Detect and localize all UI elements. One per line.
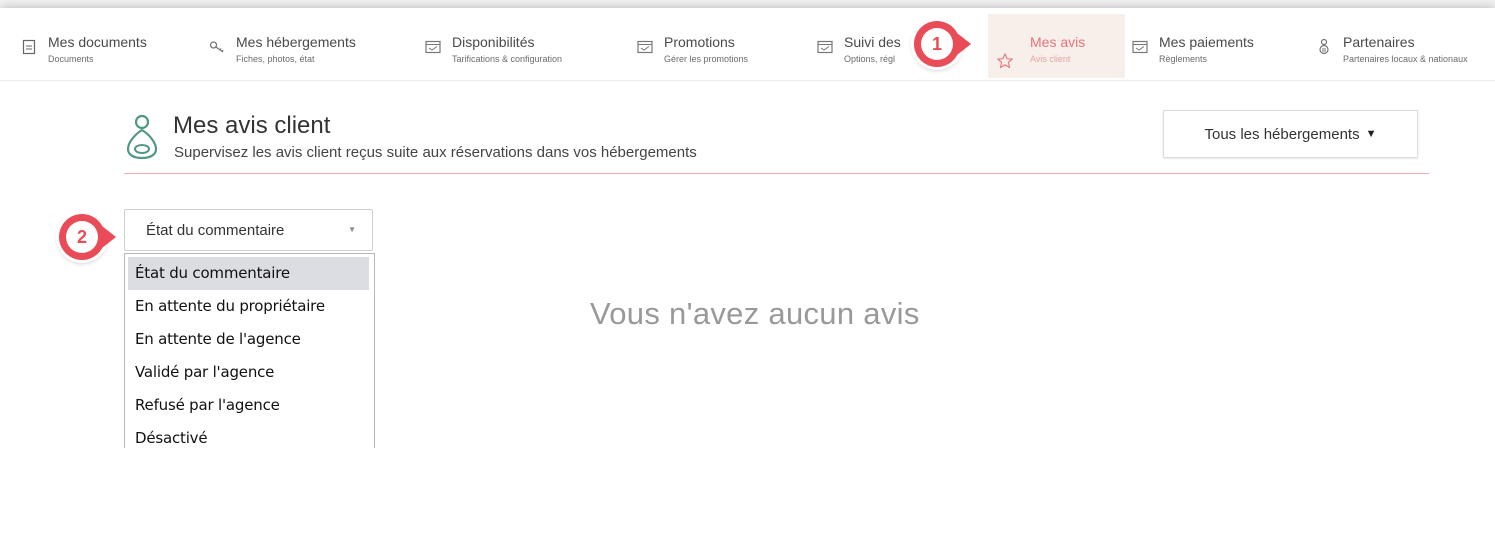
nav-label: Mes paiements xyxy=(1159,34,1254,50)
comment-status-select-value: État du commentaire xyxy=(146,221,285,239)
calendar-icon xyxy=(424,38,442,56)
select-option[interactable]: Désactivé xyxy=(128,422,369,448)
nav-item-partenaires[interactable]: Partenaires Partenaires locaux & nationa… xyxy=(1315,14,1495,78)
calendar-icon xyxy=(1131,38,1149,56)
nav-label: Mes hébergements xyxy=(236,34,356,50)
step-badge-2: 2 xyxy=(59,214,105,260)
top-navigation: Mes documents Documents Mes hébergements… xyxy=(0,14,1495,81)
nav-item-mes-avis[interactable]: Mes avis Avis client xyxy=(988,14,1125,78)
nav-sublabel: Documents xyxy=(48,54,94,64)
comment-status-select[interactable]: État du commentaire ▼ xyxy=(124,209,373,251)
page-subtitle: Supervisez les avis client reçus suite a… xyxy=(174,144,697,161)
star-icon xyxy=(996,52,1014,70)
nav-label: Partenaires xyxy=(1343,34,1415,50)
nav-label: Suivi des xyxy=(844,34,901,50)
nav-label: Mes documents xyxy=(48,34,147,50)
nav-item-disponibilites[interactable]: Disponibilités Tarifications & configura… xyxy=(424,14,614,78)
nav-item-suivi[interactable]: Suivi des Options, régl xyxy=(816,14,926,78)
comment-status-options: État du commentaire En attente du propri… xyxy=(124,253,375,448)
caret-down-icon: ▼ xyxy=(1365,128,1377,140)
header-divider xyxy=(124,173,1429,174)
nav-label: Mes avis xyxy=(1030,34,1086,50)
calendar-icon xyxy=(636,38,654,56)
nav-sublabel: Fiches, photos, état xyxy=(236,54,315,64)
document-icon xyxy=(20,38,38,56)
select-option[interactable]: En attente du propriétaire xyxy=(128,290,369,323)
nav-sublabel: Options, régl xyxy=(844,54,896,64)
nav-item-promotions[interactable]: Promotions Gérer les promotions xyxy=(636,14,796,78)
empty-state-message: Vous n'avez aucun avis xyxy=(590,296,920,331)
nav-label: Promotions xyxy=(664,34,735,50)
select-option[interactable]: Refusé par l'agence xyxy=(128,389,369,422)
key-icon xyxy=(208,38,226,56)
customer-icon xyxy=(125,113,159,161)
step-badge-2-arrow xyxy=(102,226,116,248)
nav-item-documents[interactable]: Mes documents Documents xyxy=(20,14,180,78)
chevron-down-icon: ▼ xyxy=(348,225,356,234)
step-number: 2 xyxy=(66,221,98,253)
nav-sublabel: Tarifications & configuration xyxy=(452,54,563,64)
nav-sublabel: Règlements xyxy=(1159,54,1208,64)
nav-sublabel: Avis client xyxy=(1030,54,1071,64)
step-badge-1: 1 xyxy=(914,21,960,67)
nav-sublabel: Partenaires locaux & nationaux xyxy=(1343,54,1468,64)
nav-item-hebergements[interactable]: Mes hébergements Fiches, photos, état xyxy=(208,14,398,78)
nav-item-paiements[interactable]: Mes paiements Règlements xyxy=(1131,14,1291,78)
accommodations-dropdown-label: Tous les hébergements xyxy=(1204,125,1360,143)
accommodations-dropdown-button[interactable]: Tous les hébergements ▼ xyxy=(1163,110,1418,158)
step-badge-1-arrow xyxy=(957,33,971,55)
page-title: Mes avis client xyxy=(173,112,331,139)
nav-label: Disponibilités xyxy=(452,34,535,50)
select-option[interactable]: Validé par l'agence xyxy=(128,356,369,389)
select-option[interactable]: État du commentaire xyxy=(128,257,369,290)
partners-icon xyxy=(1315,38,1333,56)
select-option[interactable]: En attente de l'agence xyxy=(128,323,369,356)
step-number: 1 xyxy=(921,28,953,60)
nav-sublabel: Gérer les promotions xyxy=(664,54,749,64)
calendar-icon xyxy=(816,38,834,56)
